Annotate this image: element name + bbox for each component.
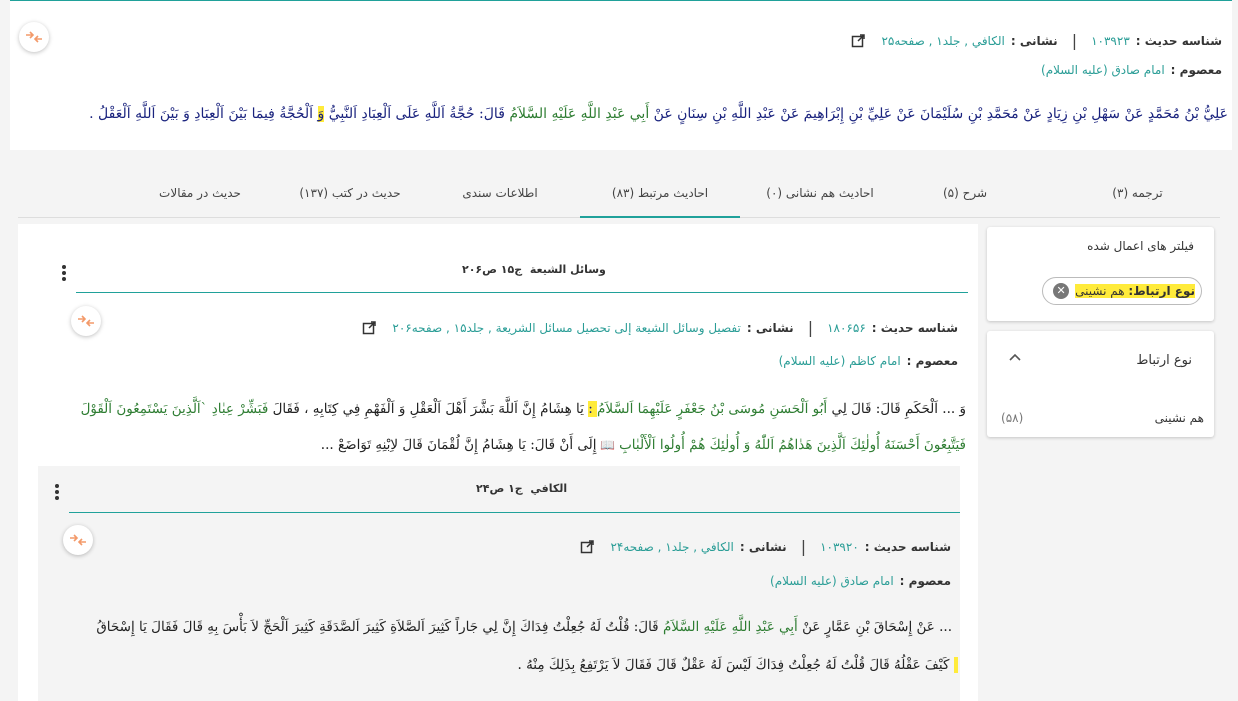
chevron-up-icon[interactable] bbox=[1009, 353, 1021, 361]
source-title: وسائل الشيعة ج۱۵ ص۲۰۶ bbox=[462, 263, 606, 276]
hadith-text-line-1: ... عَنْ إِسْحَاقَ بْنِ عَمَّارٍ عَنْ أَ… bbox=[96, 619, 952, 635]
compare-button[interactable] bbox=[71, 306, 101, 336]
close-icon[interactable]: ✕ bbox=[1053, 283, 1070, 299]
reference-value[interactable]: الکافي , جلد۱ , صفحه۲۵ bbox=[881, 34, 1004, 48]
quran-icon[interactable]: 📖 bbox=[597, 438, 620, 452]
narrator-link[interactable]: أَبُو اَلْحَسَنِ مُوسَى بْنُ جَعْفَرٍ عَ… bbox=[597, 401, 827, 417]
compare-button[interactable] bbox=[19, 22, 49, 52]
masum-row: معصوم : امام صادق (علیه السلام) bbox=[1041, 63, 1222, 77]
tab-commentary[interactable]: شرح (۵) bbox=[885, 168, 1045, 218]
hadith-id-label: شناسه حدیث : bbox=[1135, 33, 1222, 48]
related-meta-row: شناسه حدیث : ۱۰۳۹۲۰ | نشانی : الکافي , ج… bbox=[580, 537, 951, 556]
compare-arrows-icon bbox=[78, 315, 94, 327]
filter-chip[interactable]: نوع ارتباط: هم نشینی ✕ bbox=[1042, 277, 1202, 305]
tab-translation[interactable]: ترجمه (۳) bbox=[1055, 168, 1220, 218]
reference-value[interactable]: تفصيل وسائل الشيعة إلی تحصيل مسائل الشري… bbox=[392, 321, 740, 335]
masum-label: معصوم : bbox=[906, 354, 958, 368]
chip-text: نوع ارتباط: هم نشینی bbox=[1075, 284, 1195, 298]
narrator-link[interactable]: أَبِي عَبْدِ اللَّهِ عَلَيْهِ السَّلاَمُ bbox=[509, 106, 649, 122]
masum-value[interactable]: امام صادق (علیه السلام) bbox=[1041, 63, 1165, 77]
related-meta-row: شناسه حدیث : ۱۸۰۶۵۶ | نشانی : تفصيل وسائ… bbox=[362, 318, 958, 337]
separator: | bbox=[807, 318, 814, 337]
masum-row: معصوم : امام کاظم (علیه السلام) bbox=[779, 354, 958, 368]
relation-type-card: نوع ارتباط هم نشینی (۵۸) bbox=[987, 331, 1214, 437]
compare-button[interactable] bbox=[63, 525, 93, 555]
external-link-icon[interactable] bbox=[362, 320, 377, 335]
applied-filters-card: فیلتر های اعمال شده نوع ارتباط: هم نشینی… bbox=[987, 227, 1214, 321]
option-label: هم نشینی bbox=[1154, 411, 1204, 425]
more-menu-icon[interactable] bbox=[61, 263, 67, 283]
hadith-text-line-2: كَيْفَ عَقْلُهُ قَالَ قُلْتُ لَهُ جُعِلْ… bbox=[517, 648, 958, 682]
tab-bar: ترجمه (۳) شرح (۵) احادیث هم نشانی (۰) اح… bbox=[18, 168, 1220, 218]
external-link-icon[interactable] bbox=[580, 539, 595, 554]
separator: | bbox=[800, 537, 807, 556]
reference-value[interactable]: الکافي , جلد۱ , صفحه۲۴ bbox=[610, 540, 733, 554]
more-menu-icon[interactable] bbox=[54, 482, 60, 502]
compare-arrows-icon bbox=[70, 534, 86, 546]
hadith-id-value: ۱۰۳۹۲۰ bbox=[820, 539, 859, 554]
hadith-text-line-1: وَ ... اَلْحَكَمِ قَالَ: قَالَ لِي أَبُو… bbox=[80, 401, 966, 417]
reference-label: نشانی : bbox=[739, 539, 787, 554]
hadith-text: عَلِيُّ بْنُ مُحَمَّدٍ عَنْ سَهْلِ بْنِ … bbox=[89, 106, 1228, 122]
tab-in-books[interactable]: حدیث در کتب (۱۳۷) bbox=[270, 168, 430, 218]
relation-option-hamneshini[interactable]: هم نشینی (۵۸) bbox=[1001, 411, 1204, 431]
narrator-link[interactable]: أَبِي عَبْدِ اللَّهِ عَلَيْهِ السَّلاَمُ bbox=[663, 619, 798, 635]
hadith-text-line-2: فَيَتَّبِعُونَ أَحْسَنَهُ أُولٰئِكَ اَلَ… bbox=[320, 437, 966, 453]
masum-value[interactable]: امام کاظم (علیه السلام) bbox=[779, 354, 901, 368]
highlight-mark bbox=[953, 657, 958, 673]
option-count: (۵۸) bbox=[1001, 411, 1024, 425]
hadith-id-value: ۱۸۰۶۵۶ bbox=[827, 320, 866, 335]
main-hadith-card: شناسه حدیث : ۱۰۳۹۲۳ | نشانی : الکافي , ج… bbox=[10, 0, 1232, 150]
hadith-id-label: شناسه حدیث : bbox=[864, 539, 951, 554]
divider bbox=[76, 292, 968, 293]
separator: | bbox=[1071, 31, 1078, 50]
hadith-id-value: ۱۰۳۹۲۳ bbox=[1091, 33, 1130, 48]
tab-same-reference[interactable]: احادیث هم نشانی (۰) bbox=[740, 168, 900, 218]
source-title: الکافي ج۱ ص۲۴ bbox=[476, 482, 568, 495]
tab-in-articles[interactable]: حدیث در مقالات bbox=[120, 168, 280, 218]
masum-label: معصوم : bbox=[1170, 63, 1222, 77]
masum-label: معصوم : bbox=[899, 574, 951, 588]
masum-row: معصوم : امام صادق (علیه السلام) bbox=[770, 574, 951, 588]
external-link-icon[interactable] bbox=[851, 33, 866, 48]
hadith-id-label: شناسه حدیث : bbox=[871, 320, 958, 335]
main-meta-row: شناسه حدیث : ۱۰۳۹۲۳ | نشانی : الکافي , ج… bbox=[851, 31, 1222, 50]
masum-value[interactable]: امام صادق (علیه السلام) bbox=[770, 574, 894, 588]
applied-filters-title: فیلتر های اعمال شده bbox=[1087, 239, 1194, 253]
divider bbox=[69, 512, 960, 513]
compare-arrows-icon bbox=[26, 31, 42, 43]
tab-related-hadiths[interactable]: احادیث مرتبط (۸۳) bbox=[580, 168, 740, 218]
tab-chain-info[interactable]: اطلاعات سندی bbox=[420, 168, 580, 218]
reference-label: نشانی : bbox=[746, 320, 794, 335]
relation-type-title: نوع ارتباط bbox=[1136, 353, 1192, 368]
reference-label: نشانی : bbox=[1010, 33, 1058, 48]
